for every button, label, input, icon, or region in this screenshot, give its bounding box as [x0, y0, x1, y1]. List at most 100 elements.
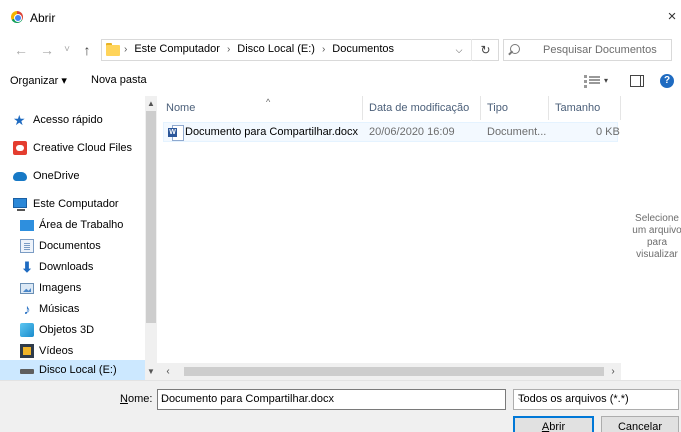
close-button[interactable]: × — [663, 0, 681, 34]
organize-button[interactable]: Organizar ▾ — [10, 74, 67, 87]
filename-label: Nome: — [120, 393, 153, 405]
sidebar-item-local-disk-e[interactable]: Disco Local (E:) — [0, 360, 145, 380]
cancel-button[interactable]: Cancelar — [601, 416, 679, 432]
column-divider[interactable] — [480, 96, 481, 120]
breadcrumb-item-documents[interactable]: Documentos — [332, 43, 394, 55]
sidebar-item-label: Vídeos — [39, 345, 74, 357]
file-type-select[interactable]: Todos os arquivos (*.*) ⌵ — [513, 389, 679, 410]
scroll-up-arrow-icon[interactable]: ▲ — [145, 98, 157, 110]
navigation-pane-scrollbar[interactable]: ▲ ▼ — [145, 96, 157, 380]
scroll-left-arrow-icon[interactable]: ‹ — [161, 365, 175, 378]
sidebar-item-pictures[interactable]: Imagens — [0, 278, 145, 298]
scrollbar-thumb[interactable] — [184, 367, 604, 376]
file-modified: 20/06/2020 16:09 — [369, 126, 455, 138]
sidebar-item-music[interactable]: ♪ Músicas — [0, 299, 145, 319]
sidebar-item-quick-access[interactable]: ★ Acesso rápido — [0, 110, 145, 130]
navigation-bar: ← → ˅ ↑ › Este Computador › Disco Local … — [0, 34, 681, 66]
sidebar-item-label: OneDrive — [33, 170, 80, 182]
sidebar-item-desktop[interactable]: Área de Trabalho — [0, 215, 145, 235]
file-type: Document... — [487, 126, 547, 138]
drive-icon — [20, 369, 34, 374]
open-button[interactable]: Abrir — [513, 416, 594, 432]
sidebar-item-creative-cloud[interactable]: Creative Cloud Files — [0, 138, 145, 158]
chevron-down-icon[interactable]: ⌵ — [518, 393, 673, 406]
window-title: Abrir — [30, 11, 56, 25]
column-header-name[interactable]: ^ Nome — [166, 96, 270, 120]
sidebar-item-label: Músicas — [39, 303, 80, 315]
sidebar-item-label: Disco Local (E:) — [39, 364, 117, 376]
file-list-horizontal-scrollbar[interactable]: ‹ › — [157, 363, 621, 380]
music-icon: ♪ — [23, 301, 31, 317]
new-folder-button[interactable]: Nova pasta — [91, 74, 147, 86]
address-bar[interactable]: › Este Computador › Disco Local (E:) › D… — [101, 39, 499, 61]
forward-button[interactable]: → — [38, 40, 56, 60]
breadcrumb-separator: › — [124, 43, 128, 55]
preview-message: Selecione um arquivo para visualizar — [632, 213, 681, 260]
3d-objects-icon — [20, 323, 34, 337]
column-divider[interactable] — [548, 96, 549, 120]
sidebar-item-label: Área de Trabalho — [39, 219, 124, 231]
help-icon[interactable]: ? — [660, 74, 674, 88]
recent-locations-button[interactable]: ˅ — [58, 40, 76, 60]
sidebar-item-label: Objetos 3D — [39, 324, 95, 336]
column-header-modified[interactable]: Data de modificação — [369, 96, 469, 120]
scroll-right-arrow-icon[interactable]: › — [606, 365, 620, 378]
breadcrumb: › Este Computador › Disco Local (E:) › D… — [124, 43, 394, 55]
sidebar-item-label: Imagens — [39, 282, 82, 294]
address-dropdown-button[interactable]: ⌵ — [452, 43, 466, 57]
column-header-type[interactable]: Tipo — [487, 96, 508, 120]
quick-access-star-icon: ★ — [13, 112, 26, 128]
back-button[interactable]: ← — [12, 40, 30, 60]
folder-icon — [106, 43, 120, 56]
sidebar-item-label: Downloads — [39, 261, 94, 273]
sidebar-item-label: Este Computador — [33, 198, 119, 210]
breadcrumb-item-local-disk[interactable]: Disco Local (E:) — [237, 43, 315, 55]
file-list: ^ Nome Data de modificação Tipo Tamanho … — [157, 96, 621, 380]
change-view-icon[interactable] — [584, 75, 600, 88]
sidebar-item-videos[interactable]: Vídeos — [0, 341, 145, 361]
sidebar-item-label: Acesso rápido — [33, 114, 103, 126]
up-button[interactable]: ↑ — [78, 40, 96, 60]
sidebar-item-documents[interactable]: Documentos — [0, 236, 145, 256]
preview-pane: Selecione um arquivo para visualizar — [621, 96, 681, 380]
documents-icon — [20, 239, 34, 253]
table-row[interactable]: Documento para Compartilhar.docx 20/06/2… — [163, 122, 620, 142]
preview-pane-icon[interactable] — [630, 75, 644, 87]
word-document-icon — [168, 125, 184, 141]
dialog-footer: Nome: Documento para Compartilhar.docx ⌵… — [0, 380, 681, 432]
command-toolbar: Organizar ▾ Nova pasta ▾ ? — [0, 66, 681, 96]
creative-cloud-icon — [13, 141, 27, 155]
filename-input[interactable]: Documento para Compartilhar.docx ⌵ — [157, 389, 506, 410]
sidebar-item-downloads[interactable]: ⬇ Downloads — [0, 257, 145, 277]
onedrive-cloud-icon — [13, 172, 27, 181]
sidebar-item-this-pc[interactable]: Este Computador — [0, 194, 145, 214]
search-input[interactable]: Pesquisar Documentos — [503, 39, 672, 61]
sidebar-item-onedrive[interactable]: OneDrive — [0, 166, 145, 186]
computer-icon — [13, 198, 27, 211]
column-divider[interactable] — [362, 96, 363, 120]
file-size: 0 KB — [596, 126, 620, 138]
search-icon — [510, 44, 520, 54]
sort-caret-icon: ^ — [266, 97, 271, 107]
videos-icon — [20, 344, 34, 358]
pictures-icon — [20, 283, 34, 294]
view-options-caret[interactable]: ▾ — [604, 76, 608, 85]
scrollbar-thumb[interactable] — [146, 111, 156, 323]
chevron-down-icon[interactable]: ⌵ — [161, 393, 501, 406]
refresh-button[interactable]: ↻ — [471, 39, 499, 61]
breadcrumb-separator: › — [321, 43, 326, 55]
title-bar: Abrir × — [0, 0, 681, 34]
file-name: Documento para Compartilhar.docx — [185, 126, 359, 138]
breadcrumb-separator: › — [226, 43, 231, 55]
breadcrumb-item-computer[interactable]: Este Computador — [134, 43, 220, 55]
downloads-icon: ⬇ — [21, 259, 33, 275]
sidebar-item-3d-objects[interactable]: Objetos 3D — [0, 320, 145, 340]
sidebar-item-label: Documentos — [39, 240, 101, 252]
navigation-pane: ★ Acesso rápido Creative Cloud Files One… — [0, 96, 157, 380]
desktop-icon — [20, 220, 34, 231]
sidebar-item-label: Creative Cloud Files — [33, 142, 133, 154]
search-placeholder: Pesquisar Documentos — [543, 44, 657, 56]
scroll-down-arrow-icon[interactable]: ▼ — [145, 366, 157, 378]
chrome-app-icon — [11, 11, 23, 23]
column-header-size[interactable]: Tamanho — [555, 96, 600, 120]
